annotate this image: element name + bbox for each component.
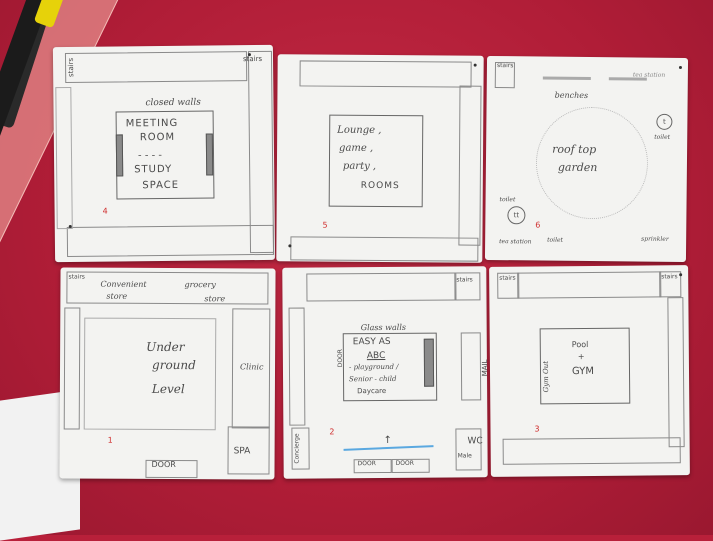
clinic-label: Clinic (240, 362, 264, 372)
floor-card-6: stairs benches tea station roof top gard… (484, 55, 689, 263)
room-line-3: STUDY (134, 163, 173, 176)
bottom-cell-row (290, 236, 479, 262)
door-b2-label: DOOR (395, 459, 414, 467)
spa-label: SPA (233, 446, 251, 457)
pin-dot (473, 63, 477, 67)
closed-walls-label: closed walls (145, 97, 201, 109)
top-cell-row (299, 60, 472, 88)
room-line-1: MEETING (125, 117, 179, 130)
stairs-label: stairs (456, 276, 473, 284)
left-cell-column (55, 86, 73, 230)
room-line-2: game , (339, 142, 374, 154)
tea-station-top: tea station (632, 71, 666, 79)
card-number: 6 (535, 220, 541, 230)
room-line-4: SPACE (142, 179, 180, 192)
pin-dot (247, 53, 251, 57)
toilet-bottom: toilet (547, 236, 564, 244)
pool-label: Pool (571, 340, 589, 350)
under-line-2: ground (152, 357, 196, 373)
divider: - - - - (137, 150, 163, 162)
toilet-icon: t (656, 113, 673, 130)
wall-bar-right (205, 133, 214, 176)
pin-dot (678, 65, 682, 69)
rooftop-line-1: roof top (552, 142, 597, 157)
right-cell-column (247, 50, 275, 254)
door-label: DOOR (151, 459, 176, 470)
plus-label: + (577, 352, 585, 362)
room-line-2: ROOM (139, 131, 176, 144)
top-cell-row (517, 271, 662, 299)
toilet-icon: tt (507, 206, 526, 225)
card-number: 3 (534, 424, 540, 434)
easy-as-label: EASY AS (352, 336, 391, 348)
stairs-label-right: stairs (242, 54, 263, 64)
abc-label: ABC (366, 350, 386, 362)
floor-card-1: stairs Convenient store grocery store Un… (59, 267, 276, 480)
convenient-line-2: store (106, 291, 128, 301)
floor-card-2: stairs Glass walls EASY AS ABC - playgro… (282, 266, 490, 479)
right-cell-column (667, 297, 685, 448)
wc-label: WC (467, 436, 483, 447)
grocery-line-1: grocery (184, 280, 216, 290)
bench-bar (542, 76, 591, 81)
wall-bar-left (115, 134, 124, 177)
bottom-cell-row (502, 437, 681, 465)
right-cell-column (458, 85, 482, 246)
glass-wall-bar (423, 338, 435, 387)
top-cell-row (306, 272, 457, 302)
card-number: 2 (329, 427, 335, 437)
concierge-label: Concierge (293, 433, 301, 464)
card-number: 1 (107, 435, 113, 445)
daycare-label: Daycare (357, 386, 387, 396)
pin-dot (68, 224, 72, 229)
floor-card-3: stairs stairs Gym Out Pool + GYM 3 (489, 265, 690, 477)
pin-dot (288, 244, 292, 248)
door-vertical: DOOR (336, 349, 344, 368)
left-cell-column (288, 307, 306, 426)
underground-box (83, 317, 217, 431)
door-b1-label: DOOR (357, 460, 376, 468)
stairs-right-label: stairs (661, 273, 678, 281)
card-number: 4 (102, 206, 108, 216)
left-cell-column (63, 307, 81, 430)
bottom-cell-row (66, 224, 275, 258)
floor-card-5: Lounge , game , party , ROOMS 5 (276, 54, 484, 263)
stairs-label: stairs (66, 57, 76, 78)
toilet-left: toilet (499, 196, 516, 204)
male-label: Male (457, 452, 472, 460)
stairs-label: stairs (68, 273, 85, 281)
senior-label: Senior - child (349, 374, 397, 384)
room-line-3: party , (342, 160, 377, 172)
stairs-left-label: stairs (499, 274, 516, 282)
stairs-label: stairs (496, 62, 514, 70)
top-cell-row (64, 51, 248, 84)
benches-label: benches (554, 90, 589, 101)
mail-block (460, 332, 482, 401)
entrance-arrow: ↑ (383, 434, 392, 447)
rooftop-line-2: garden (557, 160, 598, 175)
playground-label: - playground / (348, 362, 399, 372)
wc-block (455, 428, 482, 471)
card-number: 5 (322, 220, 328, 230)
pin-dot (679, 273, 683, 277)
floor-card-4: stairs stairs closed walls MEETING ROOM … (52, 44, 276, 263)
top-cell-row (66, 271, 269, 305)
room-line-4: ROOMS (360, 180, 400, 192)
grocery-line-2: store (204, 294, 226, 304)
toilet-right: toilet (654, 133, 671, 141)
sprinkler-label: sprinkler (641, 235, 669, 243)
gym-out-label: Gym Out (541, 360, 551, 393)
glass-walls-label: Glass walls (360, 322, 407, 333)
convenient-line-1: Convenient (100, 279, 147, 289)
room-line-1: Lounge , (337, 124, 382, 137)
gym-label: GYM (571, 365, 595, 378)
tea-station-bottom: tea station (499, 238, 532, 246)
mail-label: MAIL (480, 359, 490, 377)
under-line-3: Level (151, 381, 185, 397)
under-line-1: Under (146, 339, 185, 355)
